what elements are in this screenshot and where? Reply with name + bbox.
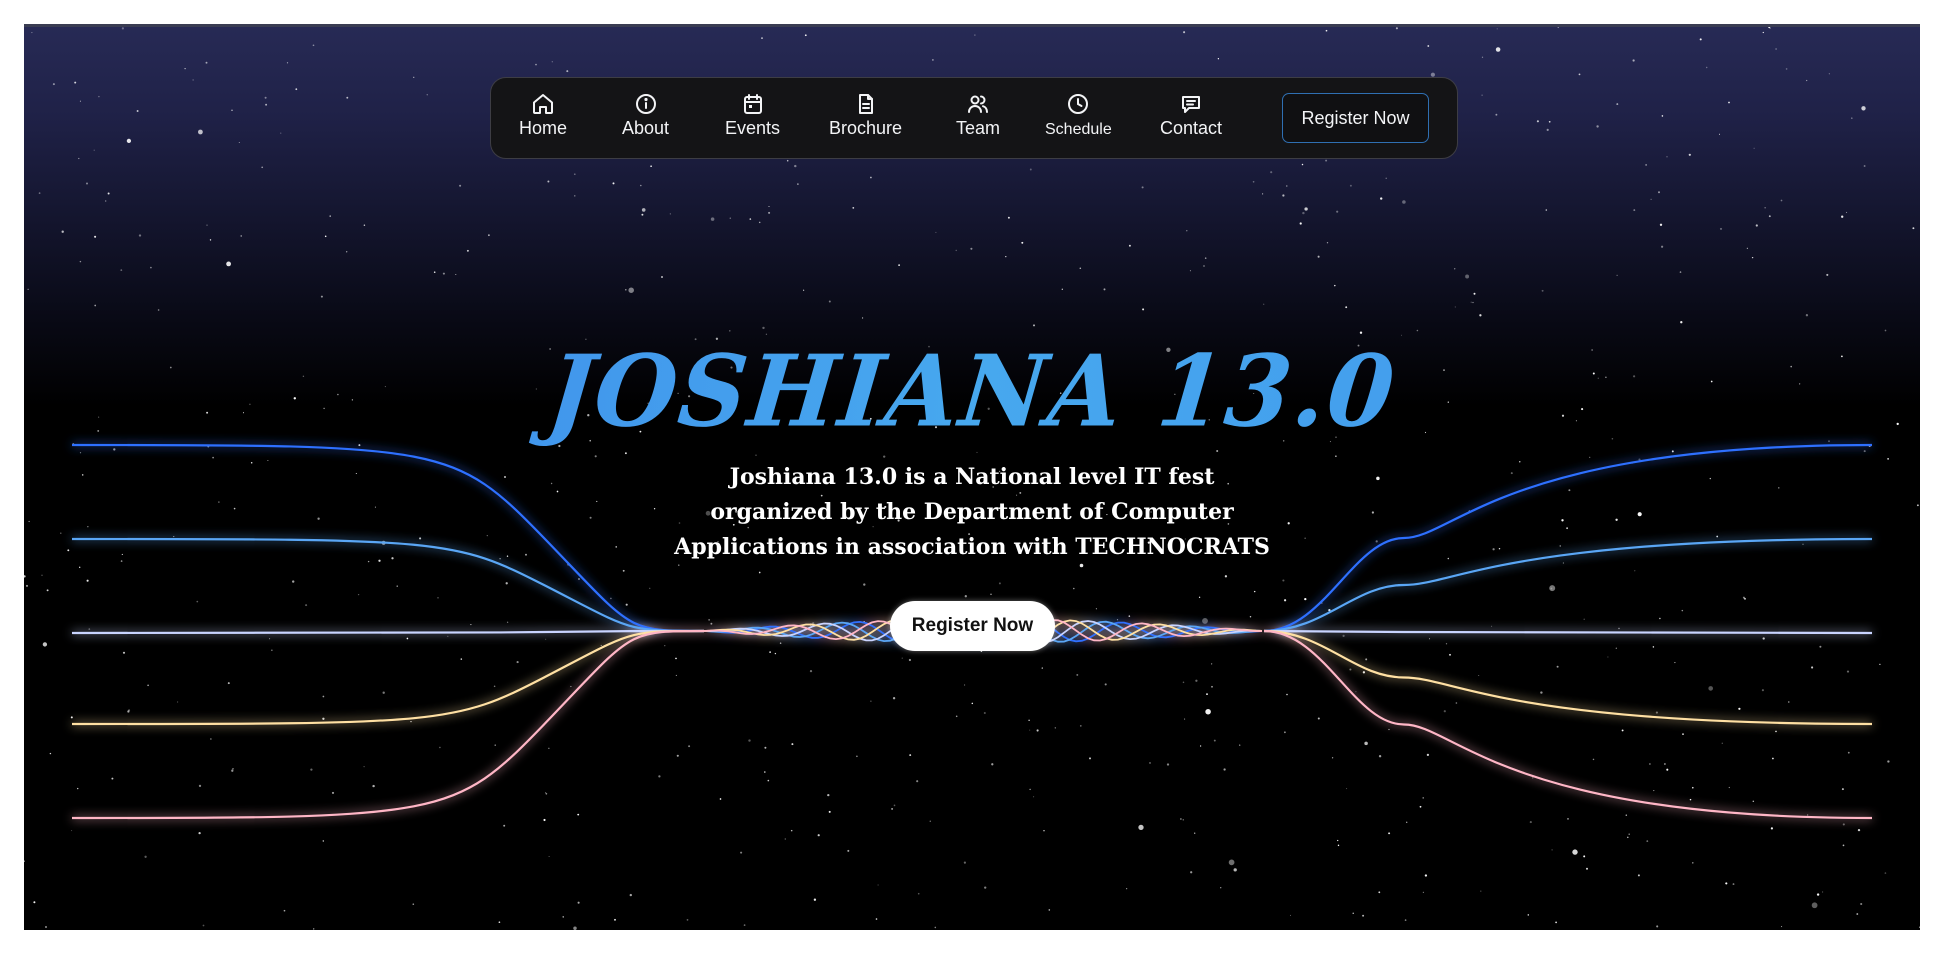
document-icon bbox=[854, 92, 878, 116]
nav-brochure[interactable]: Brochure bbox=[829, 92, 902, 139]
top-navigation-bar: Home About Events Brochure Team Schedule… bbox=[490, 77, 1458, 159]
nav-schedule[interactable]: Schedule bbox=[1045, 92, 1112, 141]
nav-home-label: Home bbox=[519, 118, 568, 138]
hero-register-button[interactable]: Register Now bbox=[890, 601, 1055, 651]
clock-icon bbox=[1066, 92, 1090, 116]
nav-home[interactable]: Home bbox=[519, 92, 567, 139]
nav-events[interactable]: Events bbox=[725, 92, 780, 139]
nav-about[interactable]: About bbox=[622, 92, 669, 139]
nav-team-label: Team bbox=[956, 118, 1001, 138]
nav-events-label: Events bbox=[725, 118, 781, 138]
users-icon bbox=[966, 92, 990, 116]
nav-team[interactable]: Team bbox=[956, 92, 1000, 139]
home-icon bbox=[531, 92, 555, 116]
hero-section: Home About Events Brochure Team Schedule… bbox=[24, 24, 1920, 930]
nav-about-label: About bbox=[622, 118, 670, 138]
nav-contact-label: Contact bbox=[1160, 118, 1223, 138]
hero-title: JOSHIANA 13.0 bbox=[24, 329, 1920, 455]
hero-description: Joshiana 13.0 is a National level IT fes… bbox=[674, 464, 1270, 560]
message-icon bbox=[1179, 92, 1203, 116]
nav-schedule-label: Schedule bbox=[1045, 121, 1112, 138]
nav-brochure-label: Brochure bbox=[829, 118, 903, 138]
info-icon bbox=[634, 92, 658, 116]
nav-register-button[interactable]: Register Now bbox=[1282, 93, 1429, 143]
nav-contact[interactable]: Contact bbox=[1160, 92, 1222, 139]
calendar-icon bbox=[741, 92, 765, 116]
